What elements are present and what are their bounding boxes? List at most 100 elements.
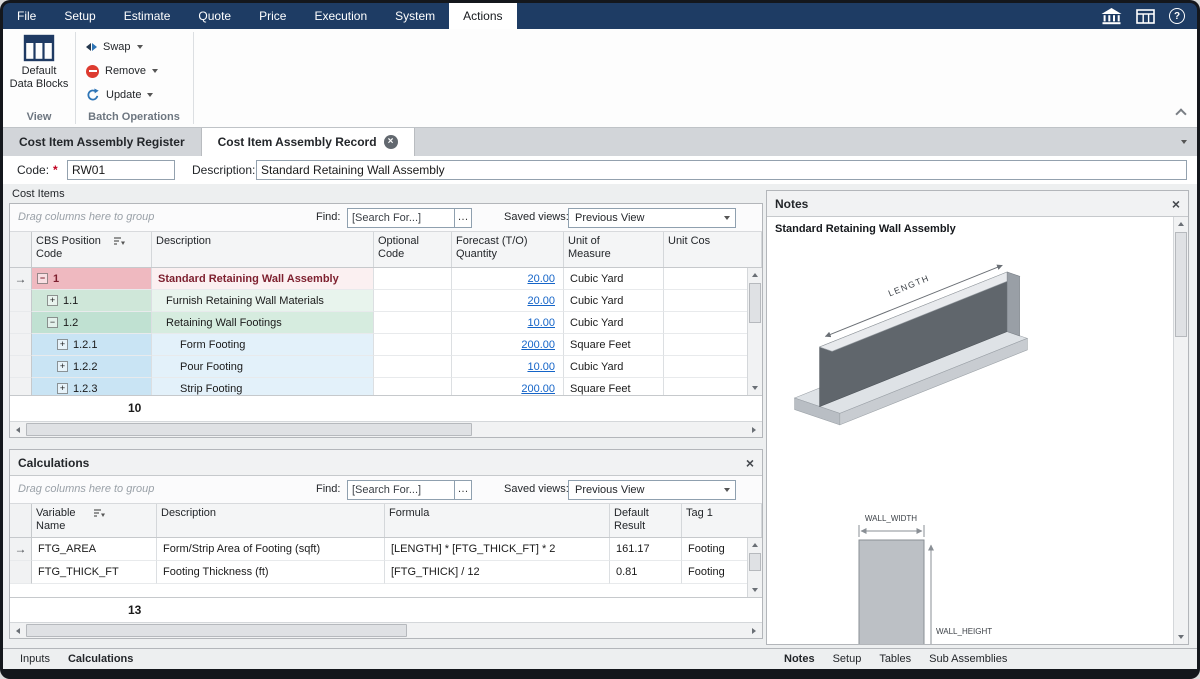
expand-icon[interactable]: + bbox=[57, 339, 68, 350]
menu-price[interactable]: Price bbox=[245, 3, 300, 29]
column-header-default-result[interactable]: Default Result bbox=[610, 504, 682, 537]
length-label: LENGTH bbox=[887, 273, 931, 299]
column-header-position[interactable]: CBS Position Code bbox=[32, 232, 152, 267]
forecast-link[interactable]: 200.00 bbox=[521, 339, 555, 351]
calculation-row-ftg-thick-ft[interactable]: FTG_THICK_FT Footing Thickness (ft) [FTG… bbox=[10, 561, 762, 584]
scroll-down-button[interactable] bbox=[748, 381, 762, 395]
forecast-link[interactable]: 10.00 bbox=[527, 361, 555, 373]
menu-setup[interactable]: Setup bbox=[50, 3, 109, 29]
expand-icon[interactable]: + bbox=[57, 383, 68, 394]
cost-item-row-1-2-2[interactable]: +1.2.2 Pour Footing 10.00 Cubic Yard bbox=[10, 356, 762, 378]
find-input[interactable]: [Search For...] … bbox=[347, 480, 472, 500]
find-input[interactable]: [Search For...] … bbox=[347, 208, 472, 228]
collapse-icon[interactable]: − bbox=[37, 273, 48, 284]
right-pane-tabs: Notes Setup Tables Sub Assemblies bbox=[775, 649, 1016, 669]
group-by-hint: Drag columns here to group bbox=[18, 211, 154, 223]
menu-estimate[interactable]: Estimate bbox=[110, 3, 185, 29]
cost-item-row-1[interactable]: → −1 Standard Retaining Wall Assembly 20… bbox=[10, 268, 762, 290]
default-data-blocks-button[interactable]: Default Data Blocks bbox=[8, 34, 70, 108]
update-button[interactable]: Update bbox=[82, 83, 188, 107]
scroll-left-button[interactable] bbox=[10, 623, 26, 638]
menu-file[interactable]: File bbox=[3, 3, 50, 29]
forecast-link[interactable]: 20.00 bbox=[527, 273, 555, 285]
menu-execution[interactable]: Execution bbox=[300, 3, 381, 29]
cost-item-row-1-2-3[interactable]: +1.2.3 Strip Footing 200.00 Square Feet bbox=[10, 378, 762, 395]
swap-button[interactable]: Swap bbox=[82, 35, 188, 59]
close-icon[interactable]: × bbox=[746, 456, 754, 470]
scroll-down-button[interactable] bbox=[1174, 630, 1188, 644]
vertical-scrollbar[interactable] bbox=[747, 538, 762, 597]
column-header-forecast-quantity[interactable]: Forecast (T/O) Quantity bbox=[452, 232, 564, 267]
menu-system[interactable]: System bbox=[381, 3, 449, 29]
scroll-right-button[interactable] bbox=[746, 422, 762, 437]
find-more-button[interactable]: … bbox=[454, 209, 471, 227]
horizontal-scrollbar[interactable] bbox=[10, 421, 762, 437]
grid-icon[interactable] bbox=[1136, 9, 1155, 24]
scroll-up-button[interactable] bbox=[1174, 217, 1188, 231]
scrollbar-thumb[interactable] bbox=[26, 423, 472, 436]
saved-views-label: Saved views: bbox=[504, 483, 569, 495]
scrollbar-thumb[interactable] bbox=[749, 553, 761, 571]
scroll-left-button[interactable] bbox=[10, 422, 26, 437]
column-header-unit-of-measure[interactable]: Unit of Measure bbox=[564, 232, 664, 267]
ribbon-collapse-icon[interactable] bbox=[1175, 108, 1186, 119]
description-label: Description: bbox=[192, 163, 255, 177]
bank-icon[interactable] bbox=[1101, 8, 1122, 25]
horizontal-scrollbar[interactable] bbox=[10, 622, 762, 638]
column-header-formula[interactable]: Formula bbox=[385, 504, 610, 537]
forecast-link[interactable]: 20.00 bbox=[527, 295, 555, 307]
tab-list-caret[interactable] bbox=[1181, 140, 1187, 144]
default-result-cell: 161.17 bbox=[610, 538, 682, 561]
vertical-scrollbar[interactable] bbox=[1173, 217, 1188, 644]
column-header-description[interactable]: Description bbox=[152, 232, 374, 267]
tab-sub-assemblies[interactable]: Sub Assemblies bbox=[920, 653, 1016, 665]
column-header-tag1[interactable]: Tag 1 bbox=[682, 504, 762, 537]
forecast-link[interactable]: 200.00 bbox=[521, 383, 555, 395]
scroll-right-button[interactable] bbox=[746, 623, 762, 638]
scroll-up-button[interactable] bbox=[748, 268, 762, 282]
collapse-icon[interactable]: − bbox=[47, 317, 58, 328]
scrollbar-thumb[interactable] bbox=[26, 624, 407, 637]
tab-cost-item-assembly-register[interactable]: Cost Item Assembly Register bbox=[3, 128, 202, 156]
remove-button[interactable]: Remove bbox=[82, 59, 188, 83]
tab-inputs[interactable]: Inputs bbox=[11, 653, 59, 665]
column-header-variable-name[interactable]: Variable Name bbox=[32, 504, 157, 537]
vertical-scrollbar[interactable] bbox=[747, 268, 762, 395]
cost-item-row-1-2-1[interactable]: +1.2.1 Form Footing 200.00 Square Feet bbox=[10, 334, 762, 356]
column-header-optional-code[interactable]: Optional Code bbox=[374, 232, 452, 267]
tab-tables[interactable]: Tables bbox=[870, 653, 920, 665]
tab-cost-item-assembly-record[interactable]: Cost Item Assembly Record × bbox=[202, 128, 415, 156]
help-icon[interactable]: ? bbox=[1169, 8, 1185, 24]
scrollbar-thumb[interactable] bbox=[1175, 232, 1187, 337]
sort-icon[interactable] bbox=[113, 236, 125, 246]
menu-actions[interactable]: Actions bbox=[449, 3, 516, 29]
scrollbar-track[interactable] bbox=[26, 623, 746, 638]
description-cell: Pour Footing bbox=[152, 356, 374, 378]
scrollbar-track[interactable] bbox=[26, 422, 746, 437]
cost-item-row-1-1[interactable]: +1.1 Furnish Retaining Wall Materials 20… bbox=[10, 290, 762, 312]
code-input[interactable] bbox=[67, 160, 175, 180]
saved-views-combo[interactable]: Previous View bbox=[568, 208, 736, 228]
sort-icon[interactable] bbox=[93, 508, 105, 518]
close-icon[interactable]: × bbox=[1172, 197, 1180, 211]
column-header-description[interactable]: Description bbox=[157, 504, 385, 537]
scroll-down-button[interactable] bbox=[748, 583, 762, 597]
tab-calculations[interactable]: Calculations bbox=[59, 653, 142, 665]
scrollbar-thumb[interactable] bbox=[749, 283, 761, 323]
menu-quote[interactable]: Quote bbox=[184, 3, 245, 29]
cost-item-row-1-2[interactable]: −1.2 Retaining Wall Footings 10.00 Cubic… bbox=[10, 312, 762, 334]
tab-notes[interactable]: Notes bbox=[775, 653, 824, 665]
forecast-link[interactable]: 10.00 bbox=[527, 317, 555, 329]
saved-views-combo[interactable]: Previous View bbox=[568, 480, 736, 500]
tab-close-icon[interactable]: × bbox=[384, 135, 398, 149]
find-more-button[interactable]: … bbox=[454, 481, 471, 499]
description-input[interactable] bbox=[256, 160, 1187, 180]
scroll-up-button[interactable] bbox=[748, 538, 762, 552]
expand-icon[interactable]: + bbox=[47, 295, 58, 306]
column-header-unit-cost[interactable]: Unit Cos bbox=[664, 232, 762, 267]
calculation-row-ftg-area[interactable]: → FTG_AREA Form/Strip Area of Footing (s… bbox=[10, 538, 762, 561]
tab-setup[interactable]: Setup bbox=[824, 653, 871, 665]
expand-icon[interactable]: + bbox=[57, 361, 68, 372]
forecast-cell: 20.00 bbox=[452, 290, 564, 312]
calculations-footer: 13 bbox=[10, 597, 762, 622]
